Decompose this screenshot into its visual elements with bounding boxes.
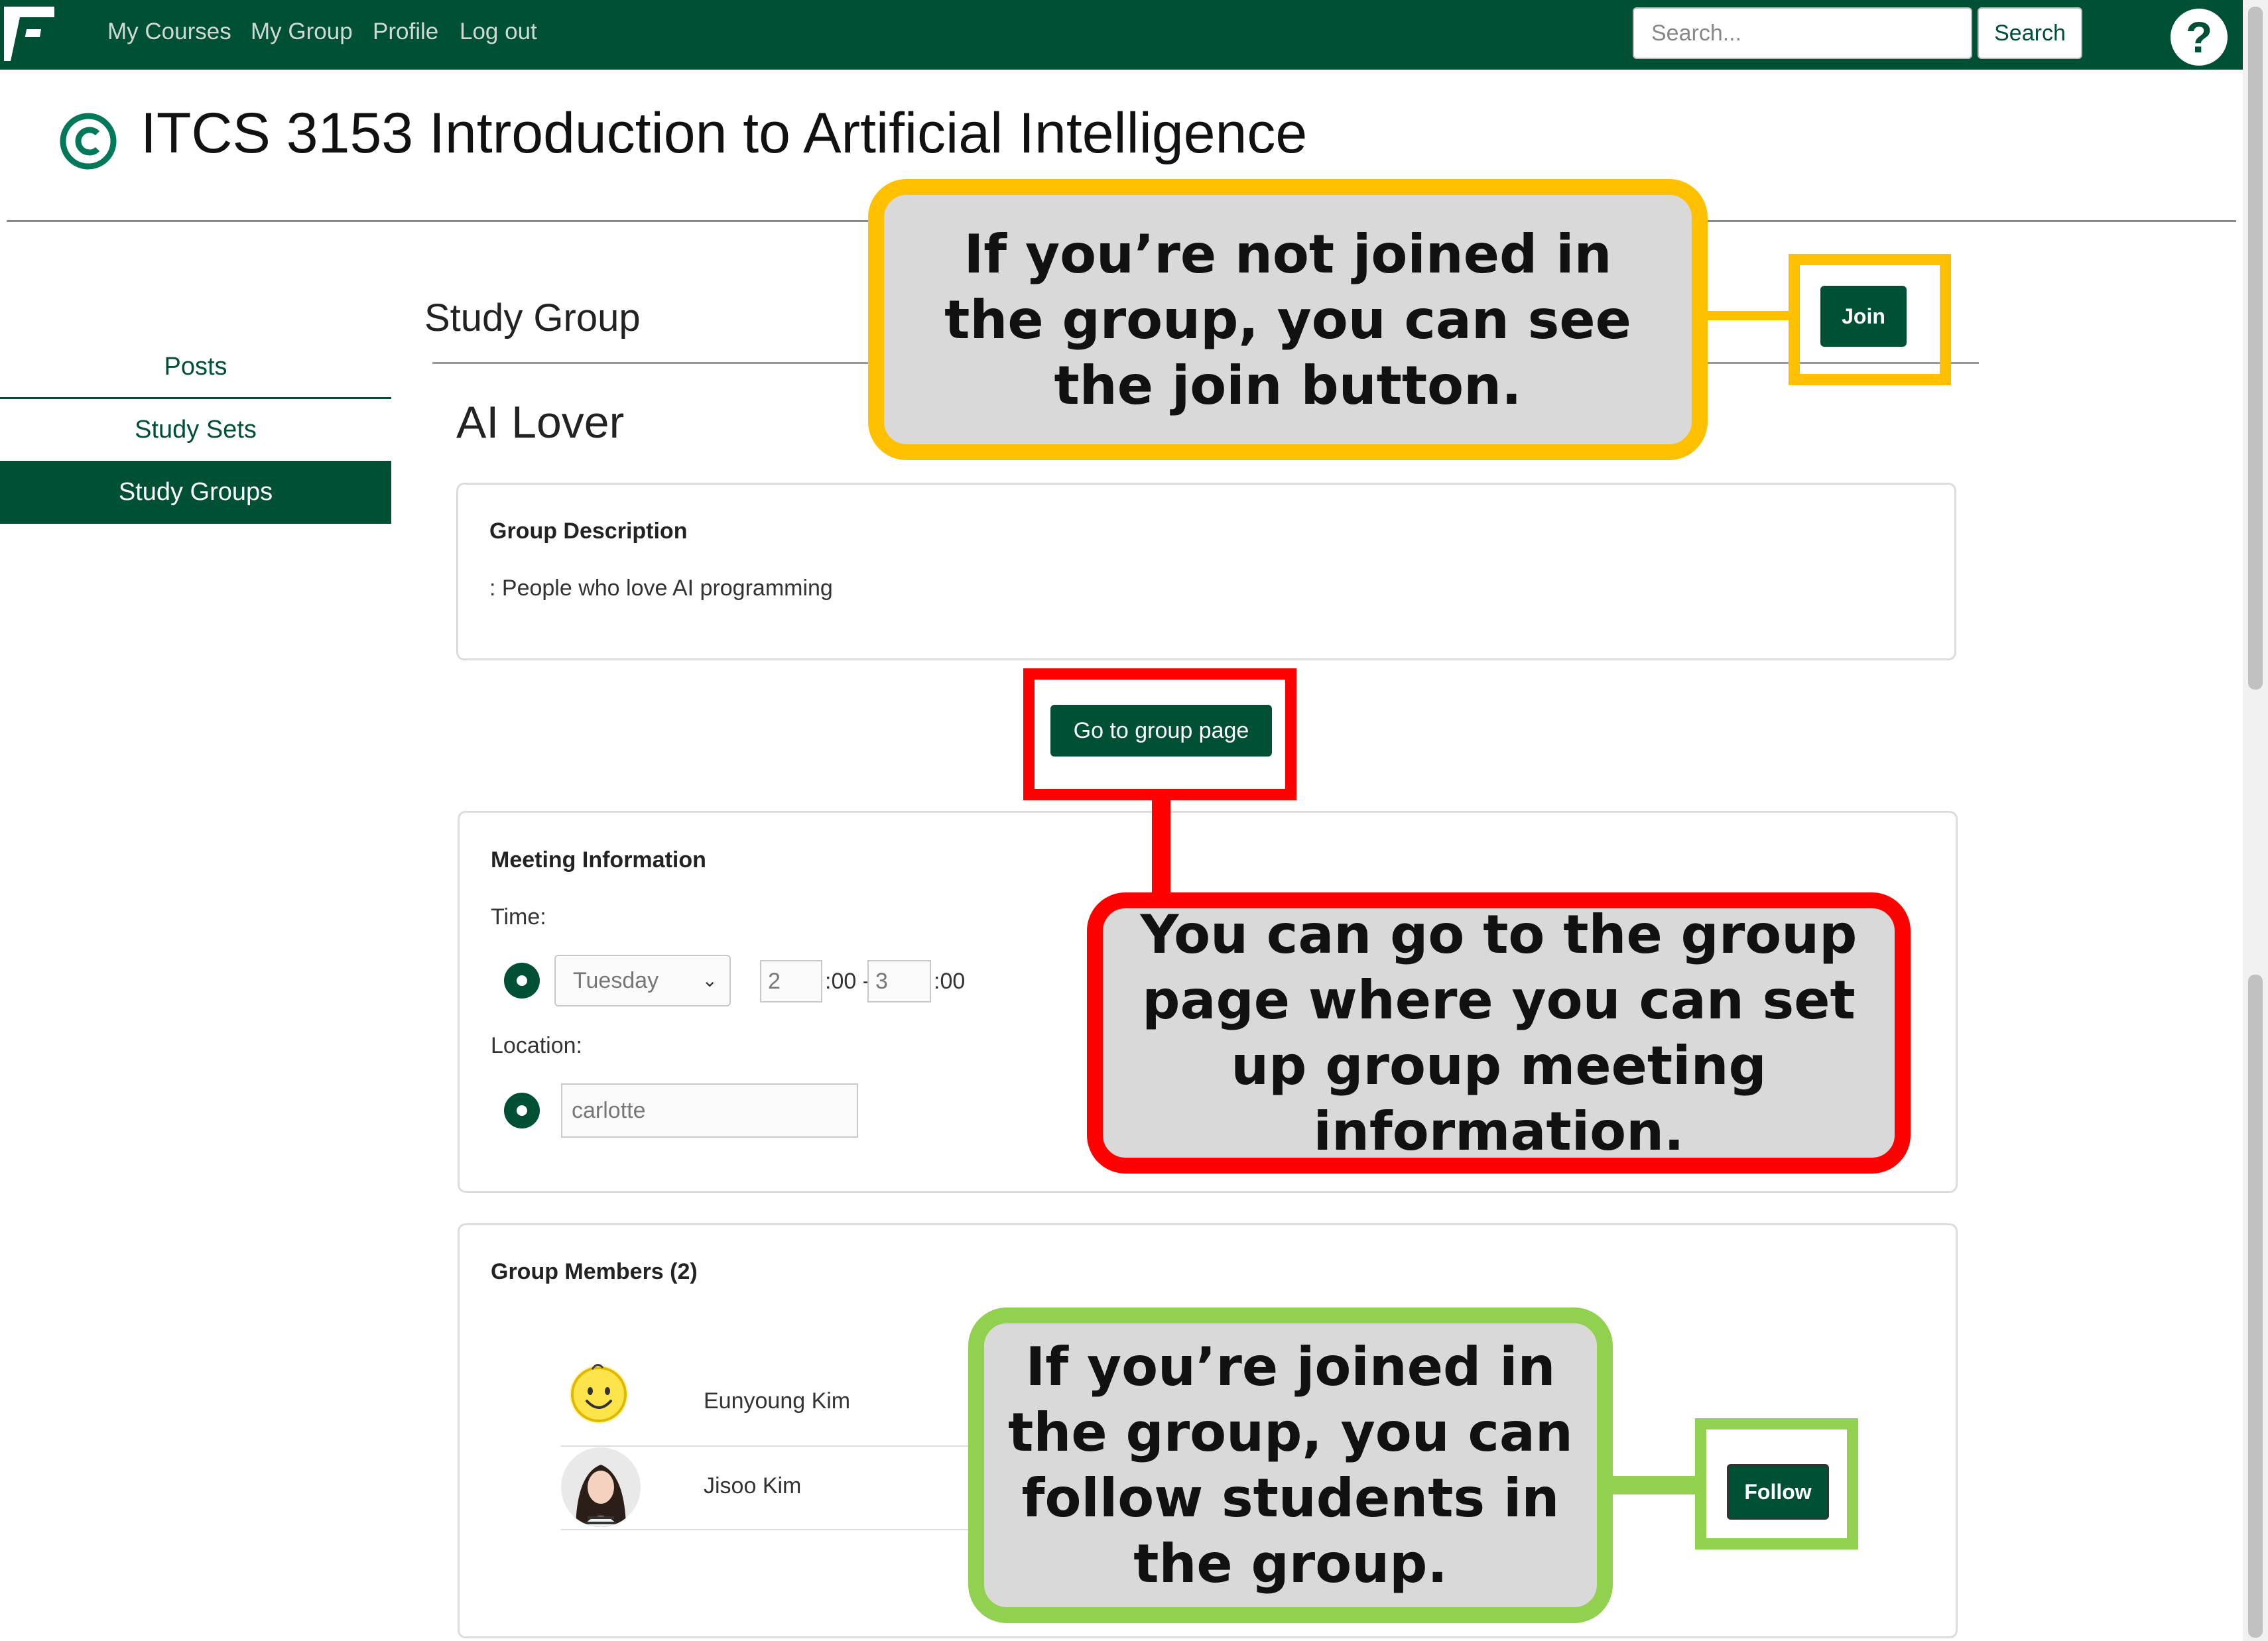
sidebar-item-study-groups[interactable]: Study Groups bbox=[0, 461, 391, 524]
location-radio[interactable] bbox=[504, 1093, 540, 1128]
group-description-card bbox=[456, 483, 1956, 660]
sidebar-item-study-sets[interactable]: Study Sets bbox=[0, 399, 391, 460]
follow-callout: If you’re joined in the group, you can f… bbox=[968, 1307, 1613, 1623]
nav-link-log-out[interactable]: Log out bbox=[460, 19, 537, 45]
university-logo[interactable] bbox=[0, 4, 58, 64]
chevron-down-icon: ⌄ bbox=[702, 970, 718, 991]
group-description-heading: Group Description bbox=[489, 518, 688, 544]
meeting-information-heading: Meeting Information bbox=[491, 847, 706, 873]
course-copyright-icon bbox=[60, 113, 117, 170]
sidebar-item-label: Posts bbox=[164, 353, 227, 381]
join-highlight-frame bbox=[1789, 254, 1951, 385]
nav-link-my-group[interactable]: My Group bbox=[251, 19, 353, 45]
search-button[interactable]: Search bbox=[1978, 7, 2082, 59]
member-row-divider bbox=[561, 1529, 972, 1530]
end-minute-text: :00 bbox=[934, 969, 966, 994]
member-row-divider bbox=[561, 1445, 972, 1447]
group-name: AI Lover bbox=[456, 397, 625, 448]
group-page-callout-text: You can go to the group page where you c… bbox=[1140, 904, 1858, 1162]
end-hour-input[interactable]: 3 bbox=[867, 960, 931, 1003]
yellow-connector bbox=[1699, 311, 1792, 320]
nav-link-profile[interactable]: Profile bbox=[373, 19, 438, 45]
join-callout-text: If you’re not joined in the group, you c… bbox=[944, 223, 1631, 416]
scrollbar-thumb[interactable] bbox=[2248, 7, 2263, 690]
location-input[interactable]: carlotte bbox=[561, 1083, 858, 1138]
go-to-group-highlight-frame bbox=[1023, 668, 1296, 800]
member-name[interactable]: Jisoo Kim bbox=[704, 1473, 801, 1499]
scrollbar-thumb-lower[interactable] bbox=[2248, 975, 2263, 1638]
group-page-callout: You can go to the group page where you c… bbox=[1087, 892, 1911, 1174]
red-connector bbox=[1152, 792, 1170, 908]
time-label: Time: bbox=[491, 904, 546, 930]
start-minute-text: :00 - bbox=[825, 969, 871, 994]
sidebar-item-label: Study Sets bbox=[135, 416, 257, 444]
section-title: Study Group bbox=[424, 296, 641, 339]
join-callout: If you’re not joined in the group, you c… bbox=[868, 179, 1708, 460]
group-description-text: : People who love AI programming bbox=[489, 576, 833, 601]
day-select[interactable]: Tuesday ⌄ bbox=[554, 955, 731, 1006]
follow-highlight-frame bbox=[1695, 1418, 1858, 1550]
sidebar-item-label: Study Groups bbox=[118, 478, 273, 506]
location-label: Location: bbox=[491, 1033, 582, 1058]
help-icon[interactable]: ? bbox=[2171, 9, 2228, 66]
group-members-heading: Group Members (2) bbox=[491, 1259, 698, 1284]
start-hour-input[interactable]: 2 bbox=[760, 960, 822, 1003]
follow-callout-text: If you’re joined in the group, you can f… bbox=[1008, 1336, 1573, 1595]
search-input[interactable] bbox=[1633, 7, 1972, 59]
time-radio[interactable] bbox=[504, 963, 540, 999]
avatar-jisoo-kim bbox=[561, 1447, 641, 1527]
green-connector bbox=[1604, 1476, 1699, 1494]
sidebar-item-posts[interactable]: Posts bbox=[0, 336, 391, 397]
nav-link-my-courses[interactable]: My Courses bbox=[107, 19, 231, 45]
course-title: ITCS 3153 Introduction to Artificial Int… bbox=[141, 101, 1308, 165]
day-select-value: Tuesday bbox=[573, 968, 659, 993]
member-name[interactable]: Eunyoung Kim bbox=[704, 1388, 850, 1414]
avatar-eunyoung-kim bbox=[570, 1364, 628, 1424]
